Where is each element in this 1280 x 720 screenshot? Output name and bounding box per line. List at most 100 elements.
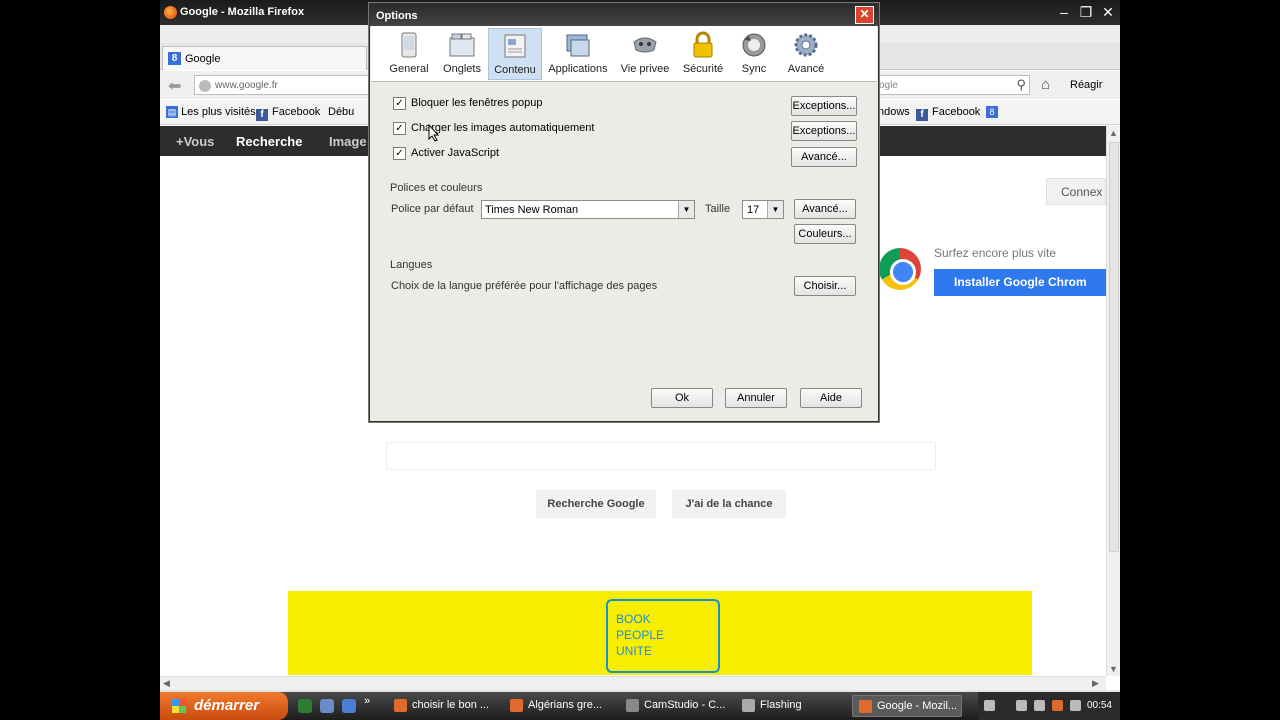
checkbox-checked-icon[interactable]: ✓ <box>393 97 406 110</box>
colors-button[interactable]: Couleurs... <box>794 224 856 244</box>
url-bar[interactable]: www.google.fr <box>194 75 394 95</box>
home-icon[interactable]: ⌂ <box>1041 76 1050 93</box>
quicklaunch-more-icon[interactable]: » <box>364 695 374 709</box>
bookmark-facebook[interactable]: f Facebook <box>256 106 320 121</box>
google-nav-images[interactable]: Image <box>329 134 367 149</box>
window-title: Google - Mozilla Firefox <box>180 6 305 18</box>
scroll-right-icon[interactable]: ▶ <box>1092 678 1099 689</box>
firefox-icon <box>164 6 177 19</box>
scroll-up-icon[interactable]: ▲ <box>1109 128 1118 138</box>
languages-section-label: Langues <box>390 259 433 271</box>
lucky-button[interactable]: J'ai de la chance <box>672 490 786 518</box>
book-people-unite-logo: BOOK PEOPLE UNITE <box>606 599 720 673</box>
task-flashing[interactable]: Flashing <box>736 695 836 717</box>
privacy-icon <box>633 37 657 53</box>
horizontal-scrollbar[interactable]: ◀ ▶ <box>160 676 1106 690</box>
task-choisir[interactable]: choisir le bon ... <box>388 695 496 717</box>
quicklaunch-wordpress-icon[interactable] <box>298 699 312 713</box>
chevron-down-icon[interactable]: ▼ <box>767 201 783 218</box>
vertical-scrollbar[interactable]: ▲ ▼ <box>1106 126 1120 676</box>
sync-icon <box>742 33 766 57</box>
search-engine-text: ogle <box>879 80 898 91</box>
bookmark-facebook-right[interactable]: f Facebook <box>916 106 980 121</box>
tray-volume-icon[interactable] <box>1070 700 1081 711</box>
tab-general[interactable]: General <box>383 28 435 80</box>
close-window-button[interactable]: ✕ <box>1098 3 1118 21</box>
tab-contenu[interactable]: Contenu <box>488 28 542 80</box>
scroll-thumb[interactable] <box>1109 142 1119 552</box>
back-arrow-icon[interactable]: ⬅ <box>168 76 188 95</box>
bookmark-google[interactable]: 8 <box>986 106 998 118</box>
tab-label: Google <box>185 53 221 65</box>
default-font-select[interactable]: Times New Roman ▼ <box>481 200 695 219</box>
mouse-cursor-icon <box>428 124 440 142</box>
bookmark-debut[interactable]: Débu <box>328 106 354 118</box>
install-chrome-button[interactable]: Installer Google Chrom <box>934 269 1106 296</box>
fonts-section-label: Polices et couleurs <box>390 182 483 194</box>
checkbox-checked-icon[interactable]: ✓ <box>393 122 406 135</box>
reagir-button[interactable]: Réagir <box>1070 79 1102 91</box>
chevron-down-icon[interactable]: ▼ <box>678 201 694 218</box>
scroll-down-icon[interactable]: ▼ <box>1109 664 1118 674</box>
choose-language-button[interactable]: Choisir... <box>794 276 856 296</box>
tab-applications[interactable]: Applications <box>546 28 610 80</box>
google-search-button[interactable]: Recherche Google <box>536 490 656 518</box>
chrome-promo-text: Surfez encore plus vite <box>934 246 1057 260</box>
search-bar[interactable]: ogle ⚲ <box>875 75 1030 95</box>
tray-monitor-icon[interactable] <box>1034 700 1045 711</box>
cancel-button[interactable]: Annuler <box>725 388 787 408</box>
popup-exceptions-button[interactable]: Exceptions... <box>791 96 857 116</box>
firefox-icon <box>859 700 872 713</box>
tab-google[interactable]: 8 Google <box>162 46 367 70</box>
start-button[interactable]: démarrer <box>160 692 288 720</box>
tab-onglets[interactable]: Onglets <box>437 28 487 80</box>
facebook-icon: f <box>256 109 268 121</box>
javascript-advanced-button[interactable]: Avancé... <box>791 147 857 167</box>
google-nav-recherche[interactable]: Recherche <box>236 134 302 149</box>
ok-button[interactable]: Ok <box>651 388 713 408</box>
connexion-button[interactable]: Connex <box>1046 178 1106 205</box>
maximize-button[interactable]: ❐ <box>1076 3 1096 21</box>
site-identity-icon[interactable] <box>199 80 211 92</box>
bookmark-most-visited[interactable]: ▤ Les plus visités <box>166 106 256 118</box>
content-icon <box>504 34 526 58</box>
system-tray: 00:54 <box>978 692 1120 720</box>
tray-display-icon[interactable] <box>1016 700 1027 711</box>
quicklaunch-show-desktop-icon[interactable] <box>342 699 356 713</box>
search-icon[interactable]: ⚲ <box>1016 77 1026 93</box>
task-algerians[interactable]: Algérians gre... <box>504 695 612 717</box>
google-search-input[interactable] <box>386 442 936 470</box>
bookmark-windows[interactable]: ndows <box>878 106 910 118</box>
tab-sync[interactable]: Sync <box>732 28 776 80</box>
google-nav-plus-vous[interactable]: +Vous <box>176 134 214 149</box>
tray-firefox-icon[interactable] <box>1052 700 1063 711</box>
firefox-icon <box>510 699 523 712</box>
task-camstudio[interactable]: CamStudio - C... <box>620 695 728 717</box>
firefox-icon <box>394 699 407 712</box>
task-google-firefox[interactable]: Google - Mozil... <box>852 695 962 717</box>
fonts-advanced-button[interactable]: Avancé... <box>794 199 856 219</box>
google-favicon-icon: 8 <box>168 52 181 65</box>
tabs-icon <box>449 33 475 57</box>
minimize-button[interactable]: – <box>1054 3 1074 21</box>
url-text: www.google.fr <box>215 80 278 91</box>
help-button[interactable]: Aide <box>800 388 862 408</box>
tab-securite[interactable]: Sécurité <box>679 28 727 80</box>
scroll-left-icon[interactable]: ◀ <box>163 678 170 689</box>
clock: 00:54 <box>1086 700 1112 711</box>
lock-icon <box>693 31 713 58</box>
general-icon <box>401 32 417 58</box>
chrome-logo-icon <box>879 248 921 290</box>
doodle-banner[interactable]: BOOK PEOPLE UNITE <box>288 591 1032 675</box>
bookmark-folder-icon: ▤ <box>166 106 178 118</box>
languages-description: Choix de la langue préférée pour l'affic… <box>391 280 658 292</box>
tab-vie-privee[interactable]: Vie privee <box>616 28 674 80</box>
tab-avance[interactable]: Avancé <box>780 28 832 80</box>
tray-network-icon[interactable] <box>984 700 995 711</box>
facebook-icon: f <box>916 109 928 121</box>
images-exceptions-button[interactable]: Exceptions... <box>791 121 857 141</box>
font-size-select[interactable]: 17 ▼ <box>742 200 784 219</box>
checkbox-checked-icon[interactable]: ✓ <box>393 147 406 160</box>
quicklaunch-ie-icon[interactable] <box>320 699 334 713</box>
close-icon[interactable]: ✕ <box>855 6 874 24</box>
